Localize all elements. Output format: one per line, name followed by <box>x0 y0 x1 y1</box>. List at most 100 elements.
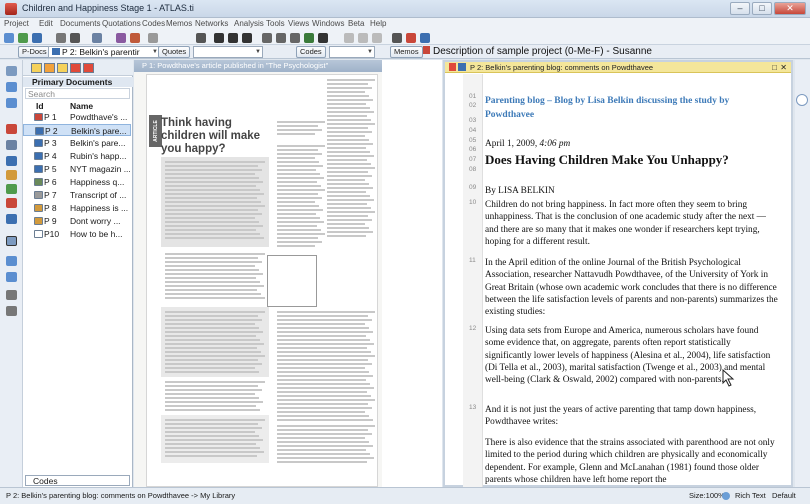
color-icon[interactable] <box>304 33 314 43</box>
line-number: 06 <box>469 146 477 153</box>
text-line <box>277 149 318 151</box>
menu-memos[interactable]: Memos <box>166 19 192 28</box>
minimize-button[interactable]: – <box>730 2 750 15</box>
code-selector[interactable]: ▼ <box>329 46 375 58</box>
link-icon[interactable] <box>6 156 17 166</box>
align-left-icon[interactable] <box>344 33 354 43</box>
document-row[interactable]: P 5 NYT magazin ... <box>23 163 131 175</box>
quote-selector[interactable]: ▼ <box>193 46 263 58</box>
pdf-page[interactable]: ARTICLE Think having children will make … <box>146 74 378 487</box>
arrow-icon[interactable] <box>6 290 17 300</box>
zoom-in-icon[interactable] <box>6 306 17 316</box>
marker-icon[interactable] <box>6 198 17 208</box>
document-row[interactable]: P 1 Powdthave's ... <box>23 111 131 123</box>
pdocs-button[interactable]: P-Docs <box>18 46 51 58</box>
document-row[interactable]: P 2 Belkin's pare... <box>23 124 131 136</box>
tool-icon-1[interactable] <box>6 66 17 76</box>
document-row[interactable]: P 9 Dont worry ... <box>23 215 131 227</box>
add-document-icon[interactable] <box>56 33 66 43</box>
text-line <box>327 191 366 193</box>
document-row[interactable]: P 4 Rubin's happ... <box>23 150 131 162</box>
close-pane-x-icon[interactable]: ✕ <box>780 62 787 73</box>
document-row[interactable]: P 6 Happiness q... <box>23 176 131 188</box>
save-icon[interactable] <box>32 33 42 43</box>
pdoc-selector[interactable]: P 2: Belkin's parentir ▼ <box>48 46 160 58</box>
menu-edit[interactable]: Edit <box>39 19 53 28</box>
undo-icon[interactable] <box>148 33 158 43</box>
quote-icon[interactable] <box>6 140 17 150</box>
text-line <box>277 217 320 219</box>
clear-format-icon[interactable] <box>290 33 300 43</box>
language[interactable]: Default <box>772 488 796 503</box>
paragraph-icon[interactable] <box>276 33 286 43</box>
memo-tool-icon[interactable] <box>6 170 17 180</box>
codes-dropdown[interactable]: Codes <box>25 475 130 486</box>
bold-icon[interactable] <box>214 33 224 43</box>
document-row[interactable]: P 8 Happiness is ... <box>23 202 131 214</box>
menu-analysis[interactable]: Analysis <box>234 19 264 28</box>
families-tab-icon[interactable] <box>83 63 94 73</box>
menu-beta[interactable]: Beta <box>348 19 364 28</box>
pen-icon[interactable] <box>196 33 206 43</box>
paragraph-2: In the April edition of the online Journ… <box>485 258 778 318</box>
query-icon[interactable] <box>116 33 126 43</box>
menu-views[interactable]: Views <box>288 19 309 28</box>
maximize-button[interactable]: □ <box>752 2 772 15</box>
column-name[interactable]: Name <box>70 101 93 111</box>
text-line <box>277 327 369 329</box>
document-row[interactable]: P10 How to be h... <box>23 228 131 240</box>
expand-panel-icon[interactable] <box>796 94 808 106</box>
document-row[interactable]: P 7 Transcript of ... <box>23 189 131 201</box>
memos-button[interactable]: Memos <box>390 46 423 58</box>
cut-icon[interactable] <box>406 33 416 43</box>
menu-networks[interactable]: Networks <box>195 19 228 28</box>
code-icon[interactable] <box>6 124 17 134</box>
find-icon[interactable] <box>70 33 80 43</box>
paste-icon[interactable] <box>420 33 430 43</box>
underline-icon[interactable] <box>242 33 252 43</box>
maximize-pane-icon[interactable]: □ <box>772 62 777 73</box>
close-pane-icon[interactable] <box>449 63 456 71</box>
memos-tab-icon[interactable] <box>70 63 81 73</box>
align-center-icon[interactable] <box>358 33 368 43</box>
memo-selector[interactable]: Description of sample project (0-Me-F) -… <box>420 46 798 58</box>
list-view-icon[interactable] <box>6 256 17 266</box>
network-icon[interactable] <box>130 33 140 43</box>
menu-quotations[interactable]: Quotations <box>102 19 141 28</box>
menu-tools[interactable]: Tools <box>266 19 285 28</box>
quotes-button[interactable]: Quotes <box>158 46 191 58</box>
list-icon[interactable] <box>392 33 402 43</box>
format-icon[interactable] <box>262 33 272 43</box>
menu-windows[interactable]: Windows <box>312 19 344 28</box>
quotes-tab-icon[interactable] <box>44 63 55 73</box>
documents-tab-icon[interactable] <box>31 63 42 73</box>
new-project-icon[interactable] <box>4 33 14 43</box>
align-right-icon[interactable] <box>372 33 382 43</box>
codes-tab-icon[interactable] <box>57 63 68 73</box>
print-icon[interactable] <box>92 33 102 43</box>
object-icon[interactable] <box>318 33 328 43</box>
zoom-icon[interactable] <box>722 492 730 500</box>
tool-icon-3[interactable] <box>6 98 17 108</box>
text-line <box>277 445 373 447</box>
text-line <box>165 385 258 387</box>
split-icon[interactable] <box>6 272 17 282</box>
text-mode[interactable]: Rich Text <box>735 488 766 503</box>
column-id[interactable]: Id <box>36 101 44 111</box>
text-line <box>277 205 319 207</box>
margin-view-icon[interactable] <box>6 236 17 246</box>
document-row[interactable]: P 3 Belkin's pare... <box>23 137 131 149</box>
tool-icon-2[interactable] <box>6 82 17 92</box>
italic-icon[interactable] <box>228 33 238 43</box>
open-icon[interactable] <box>18 33 28 43</box>
filter-icon[interactable] <box>6 214 17 224</box>
menu-codes[interactable]: Codes <box>142 19 165 28</box>
menu-help[interactable]: Help <box>370 19 386 28</box>
tag-icon[interactable] <box>6 184 17 194</box>
codes-button[interactable]: Codes <box>296 46 326 58</box>
close-button[interactable]: ✕ <box>774 2 806 15</box>
menu-project[interactable]: Project <box>4 19 29 28</box>
document-navigator: Primary Documents Search Id Name Codes P… <box>23 60 133 487</box>
menu-documents[interactable]: Documents <box>60 19 100 28</box>
navigator-search-input[interactable]: Search <box>25 88 130 99</box>
